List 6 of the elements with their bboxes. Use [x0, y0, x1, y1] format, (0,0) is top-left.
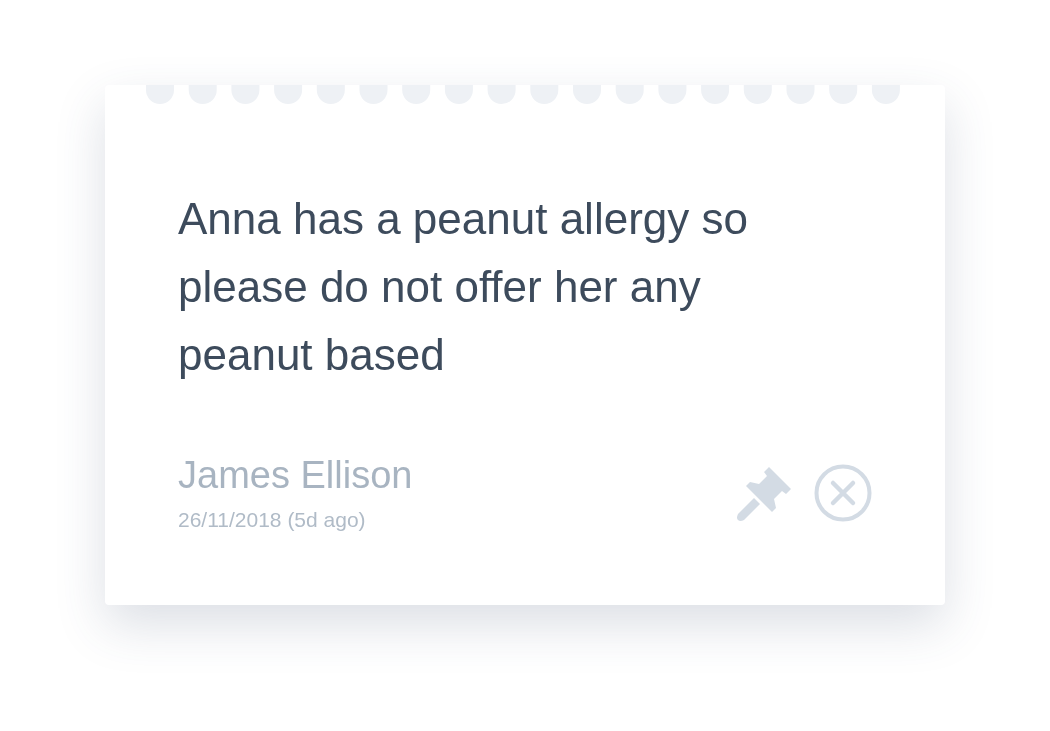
pin-icon	[736, 464, 794, 522]
author-name: James Ellison	[178, 453, 413, 498]
close-icon	[814, 464, 872, 522]
note-date: 26/11/2018 (5d ago)	[178, 507, 367, 533]
close-button[interactable]	[813, 463, 873, 523]
note-text: Anna has a peanut allergy so please do not offer her any peanut based	[178, 193, 749, 381]
